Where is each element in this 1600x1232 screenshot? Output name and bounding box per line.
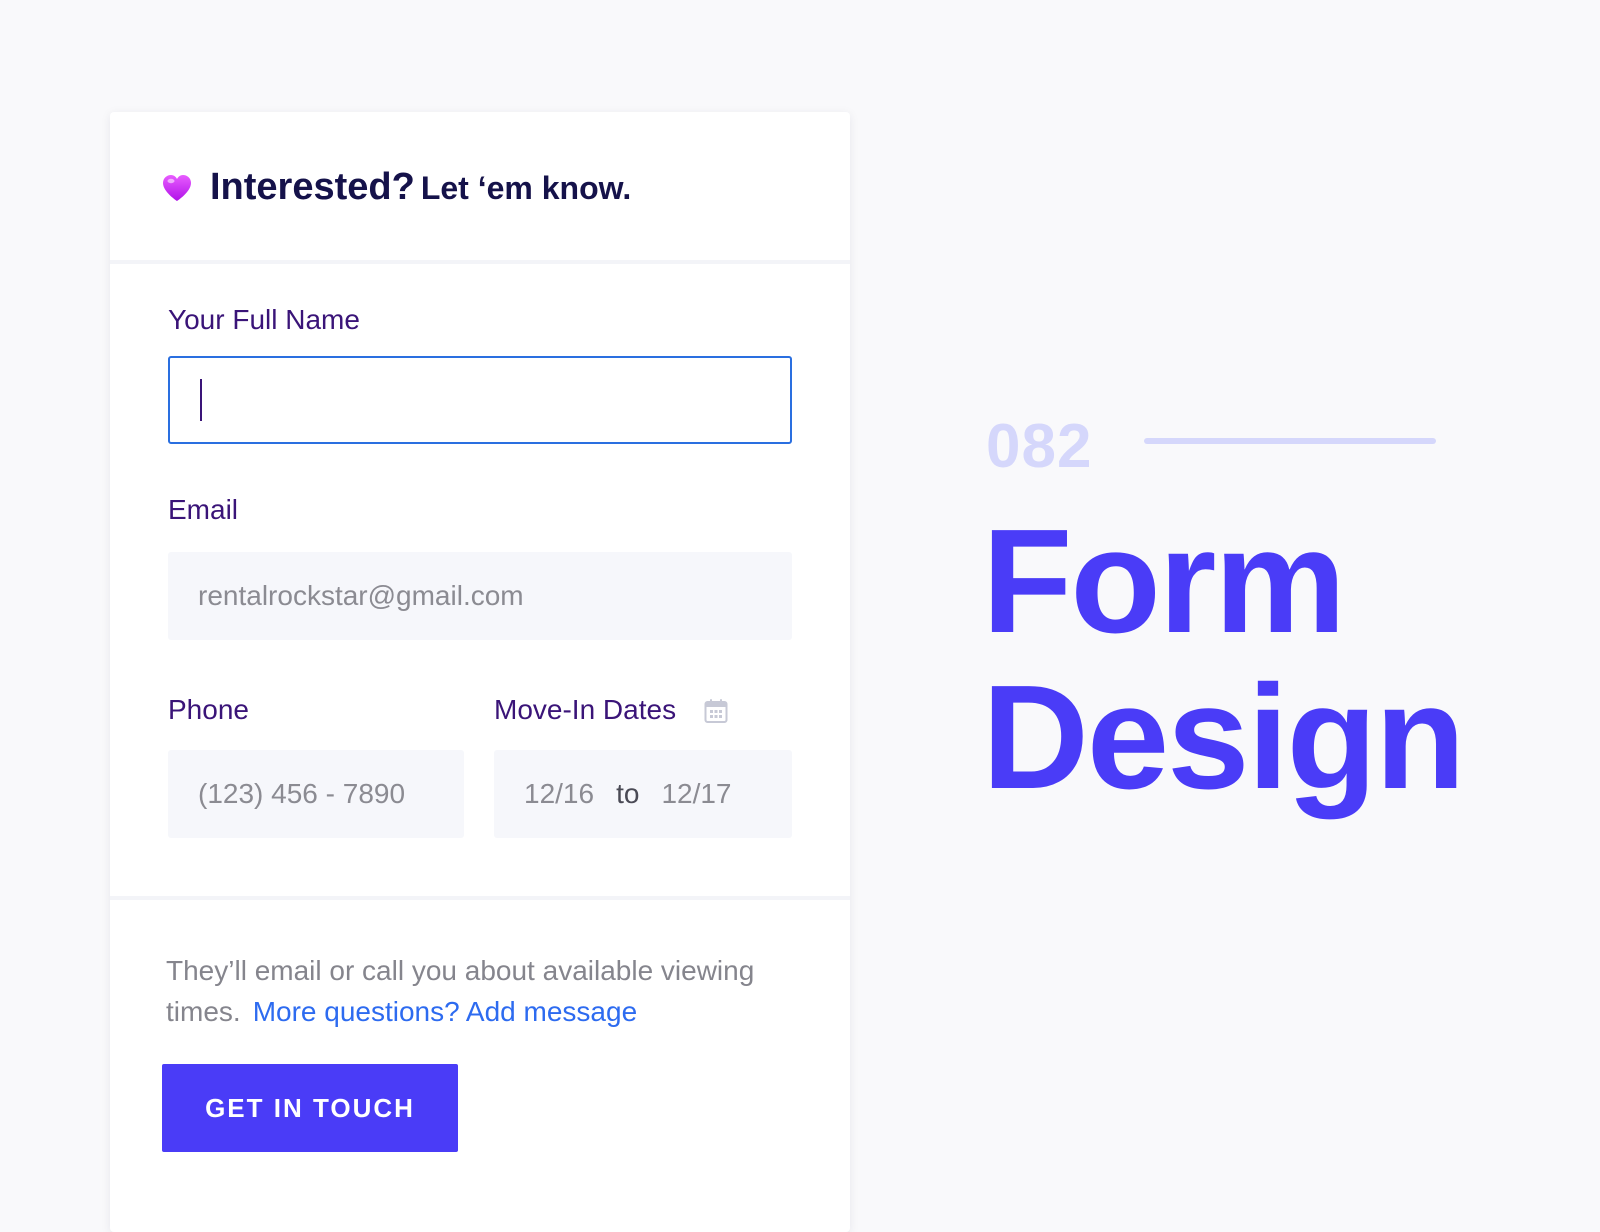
text-caret	[200, 379, 202, 421]
move-in-dates-label: Move-In Dates	[494, 694, 677, 725]
email-input[interactable]: rentalrockstar@gmail.com	[168, 552, 792, 640]
title-line-2: Design	[982, 655, 1465, 820]
number-divider-line	[1144, 438, 1436, 444]
form-divider	[110, 896, 850, 900]
title-line-1: Form	[982, 499, 1346, 664]
add-message-link[interactable]: More questions? Add message	[253, 996, 637, 1027]
shot-number: 082	[986, 412, 1093, 481]
contact-form-card: Interested? Let ‘em know. Your Full Name …	[110, 112, 850, 1232]
full-name-input[interactable]	[168, 356, 792, 444]
phone-label: Phone	[168, 694, 249, 725]
form-title-sub: Let ‘em know.	[420, 170, 632, 206]
move-in-date-separator: to	[616, 778, 640, 809]
form-title-main: Interested?	[210, 166, 415, 208]
calendar-icon[interactable]	[704, 698, 728, 724]
move-in-to-date[interactable]: 12/17	[661, 778, 731, 810]
move-in-dates-input[interactable]: 12/16 to 12/17	[494, 750, 792, 838]
form-title: Interested? Let ‘em know.	[210, 168, 631, 206]
phone-input[interactable]: (123) 456 - 7890	[168, 750, 464, 838]
get-in-touch-button[interactable]: GET IN TOUCH	[162, 1064, 458, 1152]
form-header: Interested? Let ‘em know.	[110, 112, 850, 264]
move-in-from-date[interactable]: 12/16	[524, 778, 594, 810]
heart-icon	[163, 175, 191, 201]
info-note: They’ll email or call you about availabl…	[166, 950, 806, 1032]
email-label: Email	[168, 494, 239, 525]
full-name-label: Your Full Name	[168, 304, 360, 335]
